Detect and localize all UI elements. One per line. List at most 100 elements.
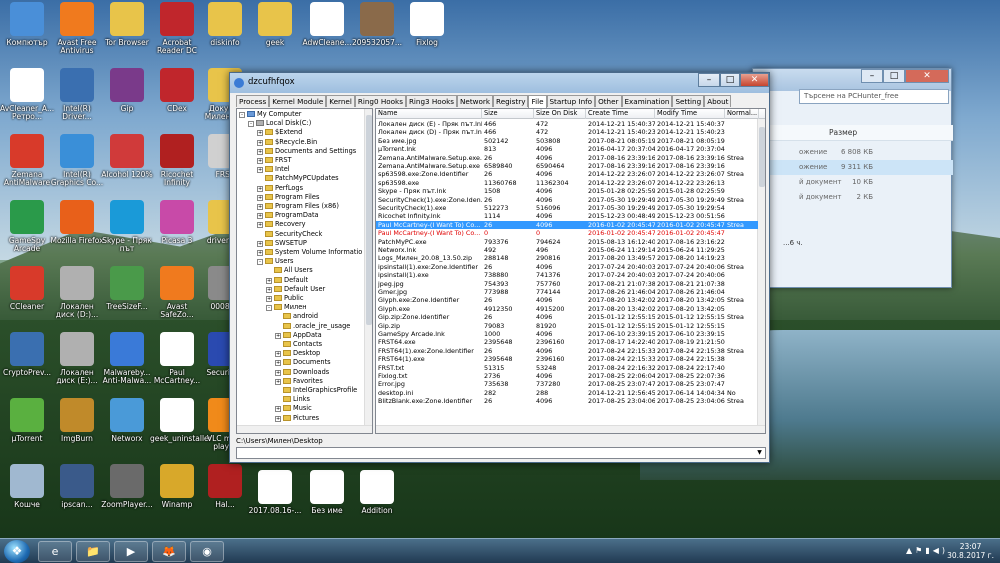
desktop-icon[interactable]: CDex xyxy=(150,68,204,134)
expand-icon[interactable]: + xyxy=(257,194,263,201)
desktop-icon[interactable]: Fixlog xyxy=(400,2,454,68)
tab-ring3-hooks[interactable]: Ring3 Hooks xyxy=(405,95,458,107)
file-row[interactable]: Локален диск (E) - Пряк път.lnk 466 472 201… xyxy=(376,120,758,128)
tab-other[interactable]: Other xyxy=(595,95,622,107)
file-row[interactable]: sp63598.exe 11360768 11362304 2014-12-22 23… xyxy=(376,179,758,187)
tree-node[interactable]: - Local Disk(C:) xyxy=(248,119,311,128)
desktop-icon[interactable]: AvCleaner_А... Ретро... xyxy=(0,68,54,134)
tree-node[interactable]: All Users xyxy=(266,266,313,275)
file-row[interactable]: SecurityCheck(1).exe:Zone.Iden... 26 4096 2… xyxy=(376,196,758,204)
chevron-down-icon[interactable]: ▼ xyxy=(755,449,764,457)
window-titlebar[interactable]: dzcufhfqox – □ ✕ xyxy=(230,73,769,93)
collapse-icon[interactable]: - xyxy=(257,259,263,266)
expand-icon[interactable]: + xyxy=(275,332,281,339)
tree-node[interactable]: + Pictures xyxy=(275,414,319,423)
tab-startup-info[interactable]: Startup Info xyxy=(546,95,596,107)
desktop-icon[interactable]: Acrobat Reader DC xyxy=(150,2,204,68)
desktop-icon[interactable]: GameSpy Arcade xyxy=(0,200,54,266)
expand-icon[interactable]: + xyxy=(275,415,281,422)
desktop-icon[interactable]: Networx xyxy=(100,398,154,464)
file-row[interactable]: Error.jpg 735638 737280 2017-08-25 23:07:47… xyxy=(376,380,758,388)
tree-node[interactable]: + SWSETUP xyxy=(257,239,307,248)
tree-node[interactable]: + System Volume Informatio xyxy=(257,248,362,257)
expand-icon[interactable]: + xyxy=(257,130,263,137)
tree-scrollbar[interactable] xyxy=(364,109,372,427)
explorer-size-header[interactable]: Размер xyxy=(753,125,953,141)
file-row[interactable]: ipsinstall(1).exe:Zone.Identifier 26 4096 2… xyxy=(376,263,758,271)
desktop-icon[interactable]: CryptoPrev... xyxy=(0,332,54,398)
collapse-icon[interactable]: - xyxy=(266,305,272,312)
expand-icon[interactable]: + xyxy=(275,406,281,413)
tree-node[interactable]: + PerfLogs xyxy=(257,184,303,193)
minimize-button[interactable]: – xyxy=(698,73,720,87)
file-row[interactable]: µTorrent.lnk 813 4096 2016-04-17 20:37:04 20… xyxy=(376,145,758,153)
tray-icons[interactable]: ▲⚑▮◀) xyxy=(906,546,948,555)
file-row[interactable]: SecurityCheck(1).exe 512273 516096 2017-05-… xyxy=(376,204,758,212)
expand-icon[interactable]: + xyxy=(257,240,263,247)
path-combobox[interactable]: ▼ xyxy=(236,447,766,459)
file-row[interactable]: FRST64.exe 2395648 2396160 2017-08-17 14:22… xyxy=(376,338,758,346)
file-row[interactable]: sp63598.exe:Zone.Identifier 26 4096 2014-12… xyxy=(376,170,758,178)
expand-icon[interactable]: + xyxy=(257,250,263,256)
desktop-icon[interactable]: Intel(R) Graphics Co... xyxy=(50,134,104,200)
maximize-button[interactable]: □ xyxy=(720,73,740,87)
tree-node[interactable]: PatchMyPCUpdates xyxy=(257,174,339,183)
desktop-icon[interactable]: Addition xyxy=(350,470,404,536)
explorer-search-input[interactable]: Търсене на PCHunter_free xyxy=(799,89,949,104)
file-row[interactable]: Paul McCartney-(I Want To) Co... 26 4096 20… xyxy=(376,220,758,230)
desktop-icon[interactable]: Локален диск (D:)... xyxy=(50,266,104,332)
file-row[interactable]: FRST.txt 51315 53248 2017-08-24 22:16:32 201… xyxy=(376,364,758,372)
expand-icon[interactable]: + xyxy=(257,148,263,155)
explorer-maximize-button[interactable]: □ xyxy=(883,69,905,83)
tree-node[interactable]: + Documents xyxy=(275,358,331,367)
collapse-icon[interactable]: - xyxy=(248,121,254,128)
file-row[interactable]: Gmer.jpg 773988 774144 2017-08-26 21:46:04 2… xyxy=(376,288,758,296)
expand-icon[interactable]: + xyxy=(257,185,263,192)
tree-node[interactable]: + Default User xyxy=(266,285,325,294)
expand-icon[interactable]: + xyxy=(257,213,263,220)
tree-node[interactable]: + Favorites xyxy=(275,377,323,386)
desktop-icon[interactable]: geek xyxy=(248,2,302,68)
file-row[interactable]: Paul McCartney-(I Want To) Co... 0 0 2016-0… xyxy=(376,229,758,237)
desktop-icon[interactable]: ZoomPlayer... xyxy=(100,464,154,530)
explorer-row[interactable]: й документ 2 КБ xyxy=(753,190,953,205)
expand-icon[interactable]: + xyxy=(275,360,281,367)
tree-node[interactable]: + Downloads xyxy=(275,368,329,377)
desktop-icon[interactable]: Кошче xyxy=(0,464,54,530)
desktop-icon[interactable]: ipscan... xyxy=(50,464,104,530)
tab-kernel-module[interactable]: Kernel Module xyxy=(269,95,327,107)
desktop-icon[interactable]: Без име xyxy=(300,470,354,536)
desktop-icon[interactable]: Avast Free Antivirus xyxy=(50,2,104,68)
explorer-row[interactable]: ожение 9 311 КБ xyxy=(753,160,953,175)
desktop-icon[interactable]: Компютър xyxy=(0,2,54,68)
file-row[interactable]: PatchMyPC.exe 793376 794624 2015-08-13 16:1… xyxy=(376,238,758,246)
desktop-icon[interactable]: Alcohol 120% xyxy=(100,134,154,200)
tab-kernel[interactable]: Kernel xyxy=(326,95,355,107)
explorer-close-button[interactable]: ✕ xyxy=(905,69,949,83)
tree-node[interactable]: + FRST xyxy=(257,156,292,165)
system-clock[interactable]: 23:07 30.8.2017 г. xyxy=(947,542,994,560)
explorer-window[interactable]: – □ ✕ Търсене на PCHunter_free Размер ож… xyxy=(752,68,953,288)
expand-icon[interactable]: + xyxy=(257,204,263,210)
desktop-icon[interactable]: Intel(R) Driver... xyxy=(50,68,104,134)
file-row[interactable]: Glyph.exe:Zone.Identifier 26 4096 2017-08-2… xyxy=(376,296,758,304)
tree-node[interactable]: + Intel xyxy=(257,165,290,174)
expand-icon[interactable]: + xyxy=(275,378,281,385)
file-row[interactable]: Ricochet Infinity.lnk 1114 4096 2015-12-23 … xyxy=(376,212,758,220)
tree-node[interactable]: + AppData xyxy=(275,331,322,340)
desktop-icon[interactable]: µTorrent xyxy=(0,398,54,464)
taskbar-app-button[interactable]: e xyxy=(38,541,72,562)
desktop-icon[interactable]: Skype - Пряк път xyxy=(100,200,154,266)
column-header[interactable]: Size On Disk xyxy=(534,109,586,119)
file-row[interactable]: FRST64(1).exe:Zone.Identifier 26 4096 2017-… xyxy=(376,347,758,355)
column-header[interactable]: Size xyxy=(482,109,534,119)
desktop-icon[interactable]: Picasa 3 xyxy=(150,200,204,266)
tree-node[interactable]: - Милен xyxy=(266,303,307,312)
tree-node[interactable]: .oracle_jre_usage xyxy=(275,322,350,331)
tab-file[interactable]: File xyxy=(528,95,547,108)
file-list[interactable]: Name Size Size On Disk Create Time Modify Ti… xyxy=(375,108,766,434)
folder-tree[interactable]: - My Computer - Local Disk(C:) + $Extend + $Rec… xyxy=(236,108,373,434)
desktop-icon[interactable]: AdwCleane... xyxy=(300,2,354,68)
file-list-scrollbar[interactable] xyxy=(757,119,765,426)
file-row[interactable]: Fixlog.txt 2736 4096 2017-08-25 22:06:04 201… xyxy=(376,372,758,380)
